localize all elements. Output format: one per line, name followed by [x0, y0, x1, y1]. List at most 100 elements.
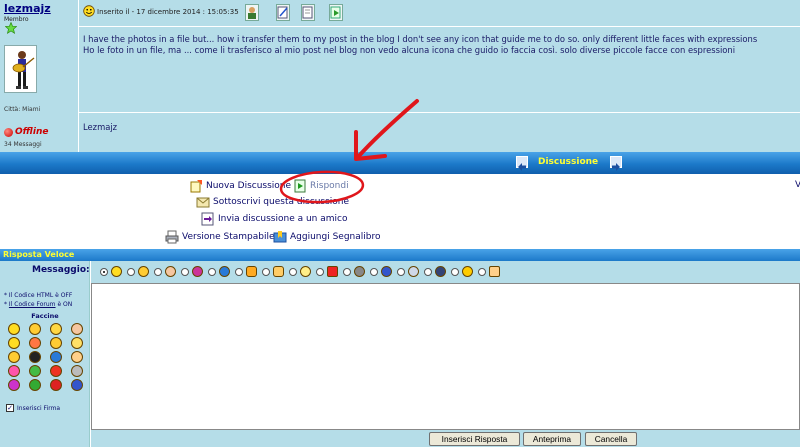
new-topic-label: Nuova Discussione: [206, 181, 292, 191]
star-icon: [5, 22, 17, 34]
grin-emoticon-icon[interactable]: [8, 337, 20, 349]
blush-icon: [165, 266, 176, 277]
star-icon-option: [462, 266, 473, 277]
printable-version-action[interactable]: Versione Stampabile: [165, 230, 275, 244]
icon-radio-4[interactable]: [181, 267, 189, 276]
reply-icon: [294, 179, 306, 193]
next-topic-arrow-icon[interactable]: [610, 156, 622, 171]
quick-reply-title: Risposta Veloce: [3, 250, 75, 259]
prev-topic-arrow-icon[interactable]: [516, 156, 528, 171]
post-row: lezmajz Membro Città: Miami Offline 34 M…: [0, 0, 800, 152]
emoticon-grid: [8, 323, 83, 391]
guitarist-avatar-icon: [12, 51, 35, 89]
insert-signature-label: Inserisci Firma: [17, 404, 61, 412]
icon-radio-13[interactable]: [424, 267, 432, 276]
shocked-emoticon-icon[interactable]: [50, 379, 62, 391]
topic-nav-bar: Discussione: [0, 152, 800, 174]
kiss-emoticon-icon[interactable]: [71, 337, 83, 349]
edit-icon[interactable]: [276, 4, 290, 21]
quick-reply-editor: Inserisci Risposta Anteprima Cancella: [91, 261, 800, 447]
evil-emoticon-icon[interactable]: [8, 379, 20, 391]
send-arrow-icon: [201, 212, 214, 226]
send-to-friend-action[interactable]: Invia discussione a un amico: [201, 212, 348, 226]
post-body: I have the photos in a file but... how i…: [83, 34, 757, 56]
insert-signature-checkbox[interactable]: ✓: [6, 404, 14, 412]
signature-divider: [79, 112, 800, 113]
forum-code-info-line: * Il Codice Forum è ON: [4, 301, 73, 308]
forum-code-link[interactable]: Il Codice Forum: [9, 301, 56, 308]
evil-icon: [192, 266, 203, 277]
skull-emoticon-icon[interactable]: [71, 365, 83, 377]
profile-icon[interactable]: [245, 4, 259, 21]
post-text-english: I have the photos in a file but... how i…: [83, 34, 758, 44]
new-topic-icon: [190, 180, 202, 193]
shy-emoticon-icon[interactable]: [8, 351, 20, 363]
icon-radio-7[interactable]: [262, 267, 270, 276]
icon-radio-8[interactable]: [289, 267, 297, 276]
bookmark-label: Aggiungi Segnalibro: [290, 232, 381, 242]
status-label: Offline: [15, 127, 49, 137]
cool-emoticon-icon[interactable]: [50, 323, 62, 335]
insert-signature-option[interactable]: ✓ Inserisci Firma: [6, 404, 60, 412]
message-label: Messaggio:: [32, 265, 90, 275]
truncated-text: V: [795, 180, 800, 190]
subscribe-action[interactable]: Sottoscrivi questa discussione: [196, 195, 349, 209]
icon-radio-11[interactable]: [370, 267, 378, 276]
wink-emoticon-icon[interactable]: [50, 337, 62, 349]
sad-emoticon-icon[interactable]: [50, 351, 62, 363]
music-note-icon: [435, 266, 446, 277]
signature: Lezmajz: [83, 122, 118, 132]
new-topic-action[interactable]: Nuova Discussione: [189, 179, 291, 193]
status-dot-icon: [4, 127, 13, 137]
icon-radio-9[interactable]: [316, 267, 324, 276]
icon-radio-15[interactable]: [478, 267, 486, 276]
icon-radio-5[interactable]: [208, 267, 216, 276]
forum-code-info: * Il Codice HTML è OFF * Il Codice Forum…: [4, 291, 72, 309]
avatar: [4, 45, 37, 93]
html-code-info: * Il Codice HTML è OFF: [4, 292, 73, 299]
submit-reply-button[interactable]: Inserisci Risposta: [429, 432, 520, 446]
envelope-icon: [196, 197, 210, 208]
icon-radio-3[interactable]: [154, 267, 162, 276]
cancel-button[interactable]: Cancella: [585, 432, 637, 446]
smile-emoticon-icon[interactable]: [8, 323, 20, 335]
icon-radio-10[interactable]: [343, 267, 351, 276]
disapprove-emoticon-icon[interactable]: [50, 365, 62, 377]
reply-action[interactable]: Rispondi: [293, 179, 349, 193]
icon-radio-2[interactable]: [127, 267, 135, 276]
reply-quote-icon[interactable]: [329, 4, 343, 21]
printer-icon: [165, 230, 179, 244]
icon-radio-12[interactable]: [397, 267, 405, 276]
preview-button[interactable]: Anteprima: [523, 432, 581, 446]
post-content: Inserito il - 17 dicembre 2014 : 15:05:3…: [79, 0, 800, 152]
angry-emoticon-icon[interactable]: [29, 337, 41, 349]
icon-radio-6[interactable]: [235, 267, 243, 276]
post-date: Inserito il - 17 dicembre 2014 : 15:05:3…: [97, 8, 239, 16]
message-count: 34 Messaggi: [4, 141, 42, 148]
message-textarea[interactable]: [91, 283, 800, 430]
lightbulb-icon: [300, 266, 311, 277]
quick-reply-sidebar: Messaggio: * Il Codice HTML è OFF * Il C…: [0, 261, 90, 447]
smile-icon: [111, 266, 122, 277]
approve-emoticon-icon[interactable]: [29, 365, 41, 377]
status-badge: Offline: [4, 127, 49, 137]
icon-radio-1[interactable]: [100, 267, 108, 276]
icon-radio-14[interactable]: [451, 267, 459, 276]
sick-emoticon-icon[interactable]: [29, 379, 41, 391]
author-city: Città: Miami: [4, 106, 41, 113]
question-emoticon-icon[interactable]: [71, 379, 83, 391]
author-name-link[interactable]: lezmajz: [4, 2, 74, 15]
question-icon: [381, 266, 392, 277]
tongue-emoticon-icon[interactable]: [8, 365, 20, 377]
quote-icon[interactable]: [301, 4, 315, 21]
heart-icon: [327, 266, 338, 277]
sleepy-emoticon-icon[interactable]: [71, 351, 83, 363]
bookmark-action[interactable]: Aggiungi Segnalibro: [273, 230, 380, 244]
quick-reply-header: Risposta Veloce: [0, 248, 800, 261]
post-text-italian: Ho le foto in un file, ma ... come li tr…: [83, 45, 736, 55]
blush-emoticon-icon[interactable]: [71, 323, 83, 335]
big-smile-emoticon-icon[interactable]: [29, 323, 41, 335]
eight-ball-emoticon-icon[interactable]: [29, 351, 41, 363]
sad-icon: [219, 266, 230, 277]
post-header: Inserito il - 17 dicembre 2014 : 15:05:3…: [79, 0, 800, 27]
